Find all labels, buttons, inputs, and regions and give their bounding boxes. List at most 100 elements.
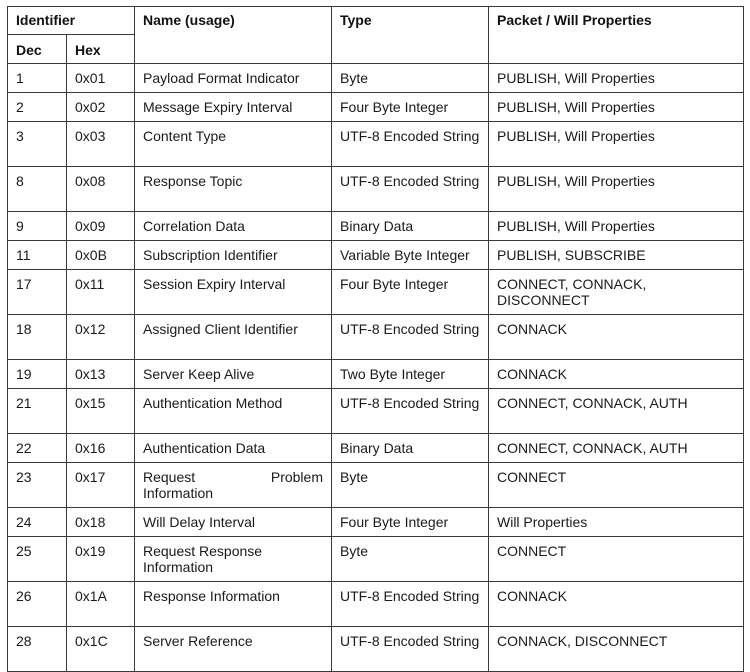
cell-hex: 0x01 — [66, 63, 135, 93]
cell-name: Correlation Data — [134, 211, 332, 241]
cell-hex: 0x15 — [66, 388, 135, 434]
cell-type: UTF-8 Encoded String — [331, 121, 489, 167]
cell-packet: CONNECT, CONNACK, AUTH — [488, 388, 744, 434]
cell-dec: 18 — [7, 314, 67, 360]
cell-dec: 17 — [7, 269, 67, 315]
table-row: 1 0x01 Payload Format Indicator Byte PUB… — [7, 63, 744, 93]
header-dec: Dec — [7, 34, 67, 64]
cell-type: UTF-8 Encoded String — [331, 388, 489, 434]
cell-hex: 0x08 — [66, 166, 135, 212]
table-row: 21 0x15 Authentication Method UTF-8 Enco… — [7, 388, 744, 434]
mqtt-properties-table: Identifier Name (usage) Type Packet / Wi… — [7, 6, 744, 672]
table-row: 9 0x09 Correlation Data Binary Data PUBL… — [7, 211, 744, 241]
cell-dec: 2 — [7, 92, 67, 122]
table-row: 25 0x19 Request Response Information Byt… — [7, 536, 744, 582]
name-word: Problem — [270, 469, 323, 485]
cell-packet: CONNECT — [488, 462, 744, 508]
cell-packet: CONNACK — [488, 581, 744, 627]
cell-hex: 0x1A — [66, 581, 135, 627]
cell-packet: PUBLISH, Will Properties — [488, 63, 744, 93]
cell-hex: 0x16 — [66, 433, 135, 463]
table-row: 28 0x1C Server Reference UTF-8 Encoded S… — [7, 626, 744, 672]
cell-dec: 25 — [7, 536, 67, 582]
cell-hex: 0x02 — [66, 92, 135, 122]
cell-type: Four Byte Integer — [331, 507, 489, 537]
cell-dec: 3 — [7, 121, 67, 167]
table-row: 17 0x11 Session Expiry Interval Four Byt… — [7, 269, 744, 315]
cell-packet: PUBLISH, Will Properties — [488, 92, 744, 122]
table-row: 24 0x18 Will Delay Interval Four Byte In… — [7, 507, 744, 537]
cell-type: Four Byte Integer — [331, 92, 489, 122]
table-row: 18 0x12 Assigned Client Identifier UTF-8… — [7, 314, 744, 360]
cell-type: Binary Data — [331, 433, 489, 463]
cell-hex: 0x13 — [66, 359, 135, 389]
cell-packet: PUBLISH, Will Properties — [488, 166, 744, 212]
header-type: Type — [331, 6, 489, 64]
cell-type: UTF-8 Encoded String — [331, 581, 489, 627]
cell-packet: CONNECT, CONNACK, DISCONNECT — [488, 269, 744, 315]
table-row: 26 0x1A Response Information UTF-8 Encod… — [7, 581, 744, 627]
cell-type: Binary Data — [331, 211, 489, 241]
cell-type: UTF-8 Encoded String — [331, 314, 489, 360]
table-row: 11 0x0B Subscription Identifier Variable… — [7, 240, 744, 270]
cell-dec: 28 — [7, 626, 67, 672]
header-packet: Packet / Will Properties — [488, 6, 744, 64]
cell-name: Message Expiry Interval — [134, 92, 332, 122]
cell-hex: 0x09 — [66, 211, 135, 241]
cell-hex: 0x11 — [66, 269, 135, 315]
cell-dec: 26 — [7, 581, 67, 627]
cell-dec: 1 — [7, 63, 67, 93]
cell-hex: 0x18 — [66, 507, 135, 537]
cell-name: Assigned Client Identifier — [134, 314, 332, 360]
name-line-1: Request Problem — [143, 469, 323, 485]
cell-name: Subscription Identifier — [134, 240, 332, 270]
cell-name: Server Reference — [134, 626, 332, 672]
name-word: Request — [143, 469, 196, 485]
cell-hex: 0x0B — [66, 240, 135, 270]
cell-packet: CONNACK — [488, 314, 744, 360]
table-row: 8 0x08 Response Topic UTF-8 Encoded Stri… — [7, 166, 744, 212]
cell-packet: PUBLISH, Will Properties — [488, 211, 744, 241]
name-line-2: Information — [143, 485, 214, 501]
cell-dec: 21 — [7, 388, 67, 434]
cell-packet: Will Properties — [488, 507, 744, 537]
cell-packet: CONNACK — [488, 359, 744, 389]
cell-name: Will Delay Interval — [134, 507, 332, 537]
cell-type: Four Byte Integer — [331, 269, 489, 315]
cell-dec: 24 — [7, 507, 67, 537]
table-row: 2 0x02 Message Expiry Interval Four Byte… — [7, 92, 744, 122]
cell-packet: PUBLISH, Will Properties — [488, 121, 744, 167]
cell-name: Response Information — [134, 581, 332, 627]
cell-packet: CONNECT, CONNACK, AUTH — [488, 433, 744, 463]
cell-packet: CONNACK, DISCONNECT — [488, 626, 744, 672]
cell-hex: 0x1C — [66, 626, 135, 672]
cell-name: Content Type — [134, 121, 332, 167]
cell-hex: 0x19 — [66, 536, 135, 582]
cell-dec: 22 — [7, 433, 67, 463]
cell-type: Byte — [331, 63, 489, 93]
cell-name: Payload Format Indicator — [134, 63, 332, 93]
cell-name: Authentication Data — [134, 433, 332, 463]
cell-type: Variable Byte Integer — [331, 240, 489, 270]
cell-name: Request Problem Information — [134, 462, 332, 508]
cell-name: Authentication Method — [134, 388, 332, 434]
table-row: 22 0x16 Authentication Data Binary Data … — [7, 433, 744, 463]
cell-dec: 9 — [7, 211, 67, 241]
cell-dec: 11 — [7, 240, 67, 270]
cell-packet: CONNECT — [488, 536, 744, 582]
header-identifier: Identifier — [7, 6, 135, 35]
header-row: Identifier Name (usage) Type Packet / Wi… — [7, 6, 744, 64]
cell-dec: 8 — [7, 166, 67, 212]
cell-hex: 0x03 — [66, 121, 135, 167]
table-row: 23 0x17 Request Problem Information Byte… — [7, 462, 744, 508]
cell-type: UTF-8 Encoded String — [331, 626, 489, 672]
cell-dec: 19 — [7, 359, 67, 389]
cell-hex: 0x12 — [66, 314, 135, 360]
cell-type: Byte — [331, 462, 489, 508]
cell-type: UTF-8 Encoded String — [331, 166, 489, 212]
cell-type: Two Byte Integer — [331, 359, 489, 389]
cell-packet: PUBLISH, SUBSCRIBE — [488, 240, 744, 270]
cell-name: Session Expiry Interval — [134, 269, 332, 315]
cell-hex: 0x17 — [66, 462, 135, 508]
cell-name: Response Topic — [134, 166, 332, 212]
